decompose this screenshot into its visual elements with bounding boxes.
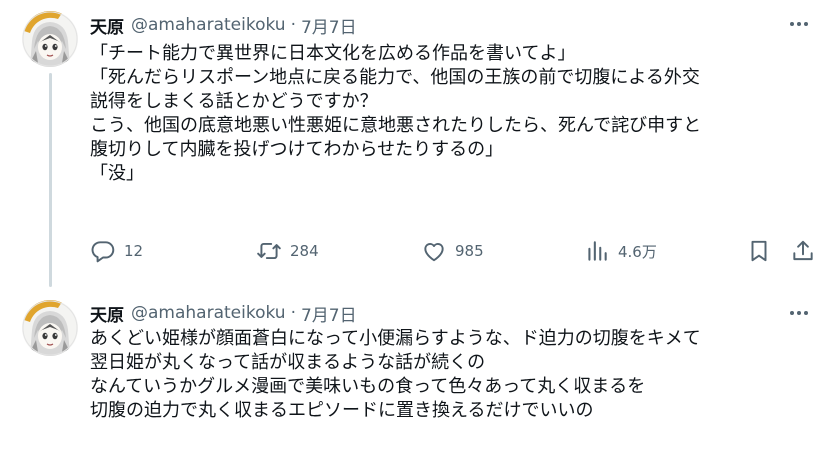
more-button[interactable] <box>787 12 811 36</box>
retweet-button[interactable]: 284 <box>256 236 319 266</box>
dot-separator: · <box>290 303 296 323</box>
display-name[interactable]: 天原 <box>90 13 124 38</box>
tweet-text: あくどい姫様が顔面蒼白になって小便漏らすような、ド迫力の切腹をキメて 翌日姫が丸… <box>90 327 810 423</box>
anime-avatar-icon <box>22 300 78 356</box>
bookmark-icon <box>751 240 767 262</box>
tweet[interactable]: 天原 @amaharateikoku · 7月7日 「チート能力で異世界に日本文… <box>0 0 827 287</box>
dot-separator: · <box>290 15 296 35</box>
more-icon <box>790 311 808 315</box>
tweet-text-line: 「死んだらリスポーン地点に戻る能力で、他国の王族の前で切腹による外交 <box>90 67 700 88</box>
avatar[interactable] <box>22 11 78 67</box>
tweet-actions: 12 284 985 4.6万 <box>90 236 815 266</box>
like-count: 985 <box>455 242 484 260</box>
thread-connector-line <box>49 73 52 287</box>
reply-count: 12 <box>124 242 144 260</box>
retweet-count: 284 <box>290 242 319 260</box>
tweet-text-line: 切腹の迫力で丸く収まるエピソードに置き換えるだけでいいの <box>90 400 594 421</box>
avatar[interactable] <box>22 300 78 356</box>
tweet-text-line: あくどい姫様が顔面蒼白になって小便漏らすような、ド迫力の切腹をキメて <box>90 328 701 349</box>
user-handle[interactable]: @amaharateikoku <box>131 15 286 35</box>
tweet-text-line: こう、他国の底意地悪い性悪姫に意地悪されたりしたら、死んで詫び申すと <box>90 115 702 136</box>
views-icon <box>588 241 607 261</box>
display-name[interactable]: 天原 <box>90 301 124 326</box>
tweet-text-line: 「チート能力で異世界に日本文化を広める作品を書いてよ」 <box>90 43 576 64</box>
tweet-header: 天原 @amaharateikoku · 7月7日 <box>90 12 357 38</box>
tweet-date[interactable]: 7月7日 <box>301 301 357 326</box>
tweet-text-line: 「没」 <box>90 163 144 184</box>
share-icon <box>793 240 813 261</box>
tweet-date[interactable]: 7月7日 <box>301 13 357 38</box>
tweet-text-line: なんていうかグルメ漫画で美味いもの食って色々あって丸く収まるを <box>90 376 646 397</box>
more-icon <box>790 22 808 26</box>
tweet-text-line: 翌日姫が丸くなって話が収まるような話が続くの <box>90 352 486 373</box>
heart-icon <box>424 243 444 262</box>
bookmark-button[interactable] <box>746 236 772 266</box>
views-count: 4.6万 <box>618 242 657 261</box>
views-button[interactable]: 4.6万 <box>584 236 657 266</box>
reply-button[interactable]: 12 <box>90 236 143 266</box>
tweet-text: 「チート能力で異世界に日本文化を広める作品を書いてよ」 「死んだらリスポーン地点… <box>90 42 810 186</box>
tweet[interactable]: 天原 @amaharateikoku · 7月7日 あくどい姫様が顔面蒼白になっ… <box>0 287 827 461</box>
retweet-icon <box>257 242 281 260</box>
user-handle[interactable]: @amaharateikoku <box>131 303 286 323</box>
reply-icon <box>91 241 115 263</box>
share-button[interactable] <box>790 236 816 266</box>
tweet-header: 天原 @amaharateikoku · 7月7日 <box>90 300 357 326</box>
more-button[interactable] <box>787 301 811 325</box>
anime-avatar-icon <box>22 11 78 67</box>
like-button[interactable]: 985 <box>421 236 484 266</box>
tweet-text-line: 説得をしまくる話とかどうですか？ <box>90 91 378 112</box>
tweet-text-line: 腹切りして内臓を投げつけてわからせたりするの」 <box>90 139 504 160</box>
